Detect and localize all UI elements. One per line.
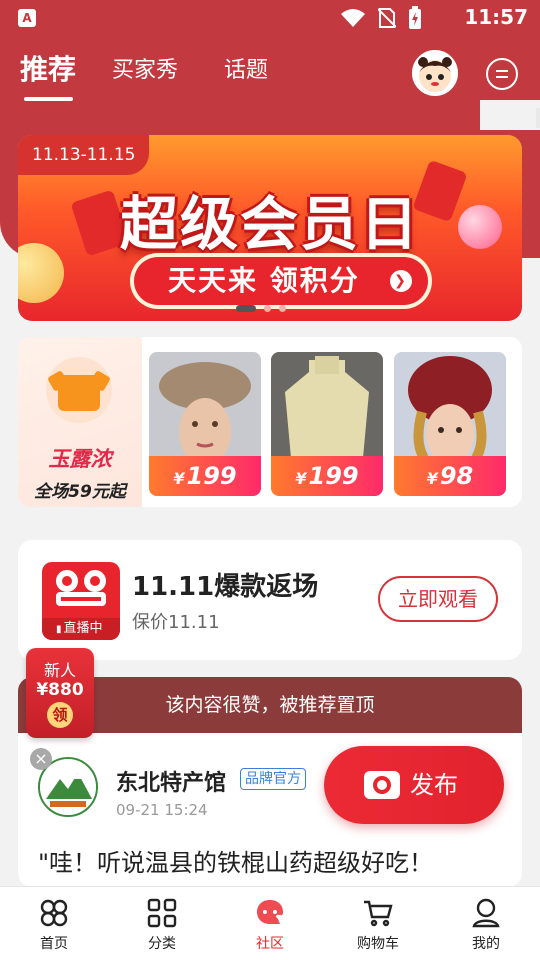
battery-charging-icon <box>409 6 421 29</box>
nav-community[interactable]: 社区 <box>216 887 324 960</box>
live-stream-card[interactable]: ▮ 直播中 11.11爆款返场 保价11.11 立即观看 <box>18 540 522 660</box>
banner-date-range: 11.13-11.15 <box>18 135 150 175</box>
carousel-dot <box>279 305 286 312</box>
close-icon[interactable]: × <box>30 748 52 770</box>
top-nav: 推荐 买家秀 话题 <box>0 44 540 108</box>
watch-now-button[interactable]: 立即观看 <box>378 576 498 622</box>
profile-icon <box>472 898 500 928</box>
publish-button[interactable]: 发布 <box>324 746 504 824</box>
post-time: 09-21 15:24 <box>116 801 208 819</box>
tab-buyer-show[interactable]: 买家秀 <box>112 52 178 84</box>
status-time: 11:57 <box>464 5 528 29</box>
chevron-right-icon: ❯ <box>390 270 412 292</box>
carousel-dot <box>236 305 256 312</box>
knit-hat-product-image <box>394 352 506 458</box>
sweater-product-image <box>271 352 383 458</box>
live-logo: ▮ 直播中 <box>42 562 120 640</box>
cart-icon <box>364 900 393 927</box>
category-icon <box>147 898 177 928</box>
live-subtitle: 保价11.11 <box>132 612 220 633</box>
camera-icon <box>364 771 400 799</box>
live-title: 11.11爆款返场 <box>132 572 319 602</box>
tshirt-icon <box>46 357 112 423</box>
shop-name[interactable]: 东北特产馆 <box>116 765 226 797</box>
product-card[interactable]: ¥199 <box>149 352 261 496</box>
post-text[interactable]: "哇！听说温县的铁棍山药超级好吃！ <box>38 843 433 878</box>
user-avatar[interactable] <box>412 50 458 96</box>
status-icons <box>340 6 422 30</box>
product-price: ¥98 <box>394 456 506 496</box>
mountain-logo-icon <box>40 759 96 815</box>
community-icon <box>257 900 283 924</box>
signal-bars-icon: ▮ <box>56 624 62 635</box>
newcomer-coupon-float[interactable]: 新人 ¥880 领 <box>26 648 94 738</box>
nav-community-label: 社区 <box>256 936 284 952</box>
brand-promo[interactable]: 玉露浓 全场59元起 ¥199 ¥199 ¥98 <box>18 337 522 507</box>
nav-category[interactable]: 分类 <box>108 887 216 960</box>
product-card[interactable]: ¥199 <box>271 352 383 496</box>
tab-topics[interactable]: 话题 <box>224 52 268 84</box>
no-sim-icon <box>378 8 396 28</box>
brand-panel[interactable]: 玉露浓 全场59元起 <box>18 337 142 507</box>
fur-hat-product-image <box>149 352 261 458</box>
banner-cta-label: 天天来 领积分 <box>168 264 360 297</box>
carousel-dot <box>264 305 271 312</box>
brand-name: 玉露浓 <box>48 447 112 471</box>
publish-label: 发布 <box>410 771 458 799</box>
newcomer-amount: ¥880 <box>36 680 84 700</box>
nav-category-label: 分类 <box>148 936 176 952</box>
cartoon-avatar-icon <box>418 57 452 92</box>
product-price: ¥199 <box>149 456 261 496</box>
claim-badge: 领 <box>47 702 73 728</box>
live-badge: ▮ 直播中 <box>42 618 120 640</box>
app-notification-icon: A <box>18 9 36 27</box>
official-brand-tag: 品牌官方 <box>240 768 306 790</box>
nav-profile[interactable]: 我的 <box>432 887 540 960</box>
wifi-icon <box>341 9 365 27</box>
product-card[interactable]: ¥98 <box>394 352 506 496</box>
nav-home-label: 首页 <box>40 936 68 952</box>
brand-subtitle: 全场59元起 <box>34 482 126 502</box>
scroll-indicator <box>536 108 540 128</box>
home-icon <box>40 899 68 927</box>
nav-home[interactable]: 首页 <box>0 887 108 960</box>
newcomer-label: 新人 <box>43 661 76 680</box>
banner-title: 超级会员日 <box>119 190 420 258</box>
tab-recommend[interactable]: 推荐 <box>20 48 76 88</box>
nav-cart[interactable]: 购物车 <box>324 887 432 960</box>
promo-banner[interactable]: 11.13-11.15 超级会员日 天天来 领积分 ❯ <box>18 135 522 321</box>
status-bar: A 11:57 <box>0 0 540 36</box>
active-tab-indicator <box>24 97 73 101</box>
bottom-nav: 首页 分类 社区 购物车 我的 <box>0 886 540 960</box>
nav-cart-label: 购物车 <box>357 936 399 952</box>
banner-cta[interactable]: 天天来 领积分 ❯ <box>130 253 432 309</box>
nav-profile-label: 我的 <box>472 936 500 952</box>
message-button[interactable] <box>486 58 518 90</box>
carousel-dots <box>236 305 286 312</box>
product-price: ¥199 <box>271 456 383 496</box>
